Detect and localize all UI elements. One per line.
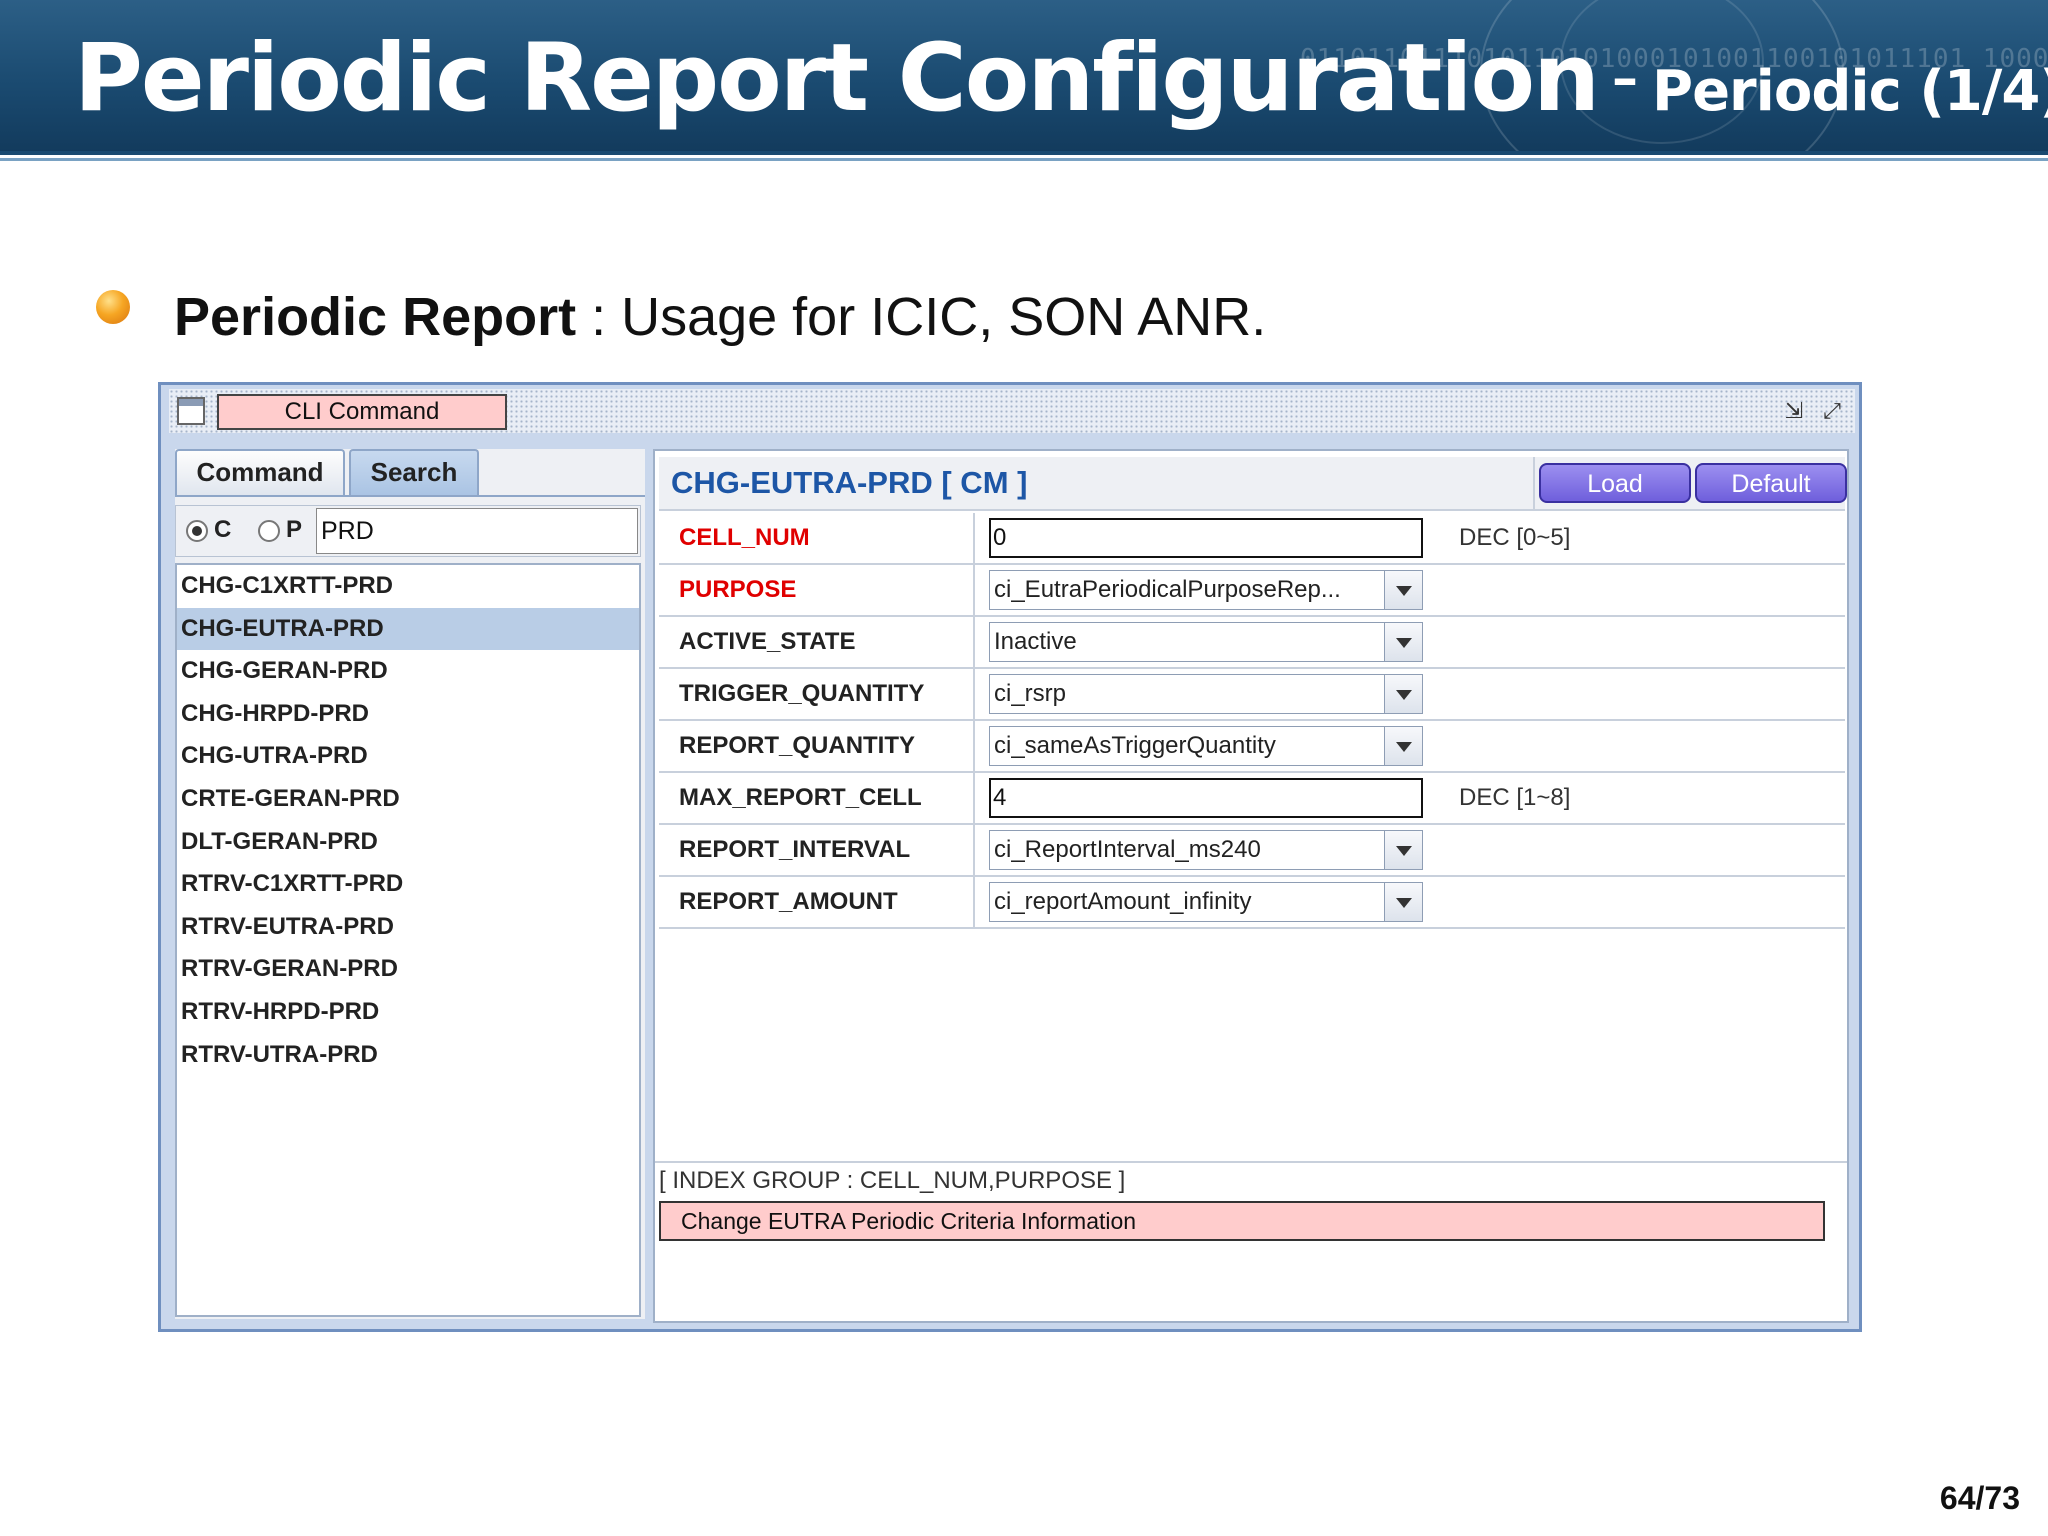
- param-dropdown[interactable]: ci_rsrp: [989, 674, 1423, 714]
- column-divider: [973, 617, 975, 667]
- dropdown-value: ci_sameAsTriggerQuantity: [994, 732, 1276, 759]
- bullet-icon: [96, 290, 130, 324]
- load-button[interactable]: Load: [1539, 463, 1691, 503]
- page-number: 64/73: [1939, 1480, 2020, 1516]
- search-filter: C P PRD: [175, 505, 641, 557]
- command-list-item[interactable]: CHG-HRPD-PRD: [177, 693, 639, 736]
- index-group-text: [ INDEX GROUP : CELL_NUM,PURPOSE ]: [659, 1167, 1126, 1194]
- radio-c-label: C: [214, 516, 232, 543]
- param-row: REPORT_QUANTITY ci_sameAsTriggerQuantity: [659, 721, 1845, 773]
- param-dropdown[interactable]: ci_reportAmount_infinity: [989, 882, 1423, 922]
- column-divider: [973, 825, 975, 875]
- column-divider: [973, 669, 975, 719]
- slide-title-main: Periodic Report Configuration: [74, 24, 1600, 133]
- window-titlebar[interactable]: CLI Command ⇲ ⤢: [169, 389, 1855, 433]
- tab-search[interactable]: Search: [349, 449, 479, 497]
- radio-p-label: P: [286, 516, 303, 543]
- param-name: PURPOSE: [679, 576, 797, 603]
- maximize-icon[interactable]: ⤢: [1817, 396, 1847, 426]
- param-dropdown[interactable]: ci_EutraPeriodicalPurposeRep...: [989, 570, 1423, 610]
- param-name: REPORT_QUANTITY: [679, 732, 916, 759]
- bullet-text: Periodic Report : Usage for ICIC, SON AN…: [174, 286, 1266, 348]
- param-name: MAX_REPORT_CELL: [679, 784, 922, 811]
- param-range: DEC [1~8]: [1459, 784, 1571, 811]
- column-divider: [973, 513, 975, 563]
- window-icon: [177, 397, 205, 425]
- radio-p[interactable]: [258, 520, 280, 542]
- param-name: CELL_NUM: [679, 524, 810, 551]
- command-list-item[interactable]: RTRV-HRPD-PRD: [177, 991, 639, 1034]
- column-divider: [973, 565, 975, 615]
- header-rule: [0, 151, 2048, 155]
- chevron-down-icon[interactable]: [1384, 727, 1422, 765]
- bullet-bold: Periodic Report: [174, 287, 577, 347]
- tab-command[interactable]: Command: [175, 449, 345, 497]
- dropdown-value: ci_ReportInterval_ms240: [994, 836, 1261, 863]
- command-panel: Command Search C P PRD CHG-C1XRTT-PRD CHG…: [175, 449, 645, 1319]
- param-dropdown[interactable]: Inactive: [989, 622, 1423, 662]
- bullet-rest: : Usage for ICIC, SON ANR.: [576, 287, 1267, 347]
- command-list-item[interactable]: RTRV-EUTRA-PRD: [177, 906, 639, 949]
- cli-command-label: CLI Command: [217, 394, 507, 430]
- header-rule-light: [0, 158, 2048, 161]
- command-list-item[interactable]: DLT-GERAN-PRD: [177, 821, 639, 864]
- command-list-item[interactable]: CHG-GERAN-PRD: [177, 650, 639, 693]
- param-text-field[interactable]: 0: [989, 518, 1423, 558]
- chevron-down-icon[interactable]: [1384, 831, 1422, 869]
- tab-divider: [175, 495, 645, 497]
- param-row: REPORT_INTERVAL ci_ReportInterval_ms240: [659, 825, 1845, 877]
- parameter-panel: CHG-EUTRA-PRD [ CM ] Load Default CELL_N…: [653, 449, 1849, 1323]
- chevron-down-icon[interactable]: [1384, 571, 1422, 609]
- minimize-icon[interactable]: ⇲: [1779, 396, 1809, 426]
- param-row: REPORT_AMOUNT ci_reportAmount_infinity: [659, 877, 1845, 929]
- dropdown-value: Inactive: [994, 628, 1077, 655]
- command-header: CHG-EUTRA-PRD [ CM ] Load Default: [659, 457, 1847, 511]
- column-divider: [973, 773, 975, 823]
- dropdown-value: ci_EutraPeriodicalPurposeRep...: [994, 576, 1341, 603]
- desc-divider: [655, 1161, 1847, 1163]
- command-title: CHG-EUTRA-PRD [ CM ]: [671, 465, 1028, 500]
- param-name: TRIGGER_QUANTITY: [679, 680, 925, 707]
- param-range: DEC [0~5]: [1459, 524, 1571, 551]
- param-name: REPORT_INTERVAL: [679, 836, 911, 863]
- title-banner: 0110110111010110101000101001100101011101…: [0, 0, 2048, 155]
- button-area: Load Default: [1533, 457, 1847, 509]
- radio-c[interactable]: [186, 520, 208, 542]
- param-row: CELL_NUM 0 DEC [0~5]: [659, 513, 1845, 565]
- dropdown-value: ci_reportAmount_infinity: [994, 888, 1252, 915]
- param-name: REPORT_AMOUNT: [679, 888, 898, 915]
- command-list-item[interactable]: CHG-EUTRA-PRD: [177, 607, 639, 651]
- param-row: PURPOSE ci_EutraPeriodicalPurposeRep...: [659, 565, 1845, 617]
- chevron-down-icon[interactable]: [1384, 675, 1422, 713]
- command-list-item[interactable]: RTRV-UTRA-PRD: [177, 1034, 639, 1077]
- chevron-down-icon[interactable]: [1384, 623, 1422, 661]
- search-input[interactable]: PRD: [316, 508, 638, 554]
- column-divider: [973, 877, 975, 927]
- default-button[interactable]: Default: [1695, 463, 1847, 503]
- param-dropdown[interactable]: ci_ReportInterval_ms240: [989, 830, 1423, 870]
- slide-title-separator: –: [1612, 49, 1639, 109]
- dropdown-value: ci_rsrp: [994, 680, 1067, 707]
- slide-title-sub: Periodic (1/4): [1652, 59, 2048, 124]
- command-list-item[interactable]: CRTE-GERAN-PRD: [177, 778, 639, 821]
- param-row: MAX_REPORT_CELL 4 DEC [1~8]: [659, 773, 1845, 825]
- cli-window: CLI Command ⇲ ⤢ Command Search C P PRD C…: [158, 382, 1862, 1332]
- param-row: ACTIVE_STATE Inactive: [659, 617, 1845, 669]
- command-list-item[interactable]: CHG-UTRA-PRD: [177, 735, 639, 778]
- slide-title: Periodic Report Configuration – Periodic (…: [74, 24, 2048, 133]
- command-description: Change EUTRA Periodic Criteria Informati…: [659, 1201, 1825, 1241]
- param-dropdown[interactable]: ci_sameAsTriggerQuantity: [989, 726, 1423, 766]
- command-list-item[interactable]: RTRV-C1XRTT-PRD: [177, 863, 639, 906]
- chevron-down-icon[interactable]: [1384, 883, 1422, 921]
- command-list-item[interactable]: RTRV-GERAN-PRD: [177, 948, 639, 991]
- param-name: ACTIVE_STATE: [679, 628, 856, 655]
- column-divider: [973, 721, 975, 771]
- command-list-item[interactable]: CHG-C1XRTT-PRD: [177, 565, 639, 608]
- command-list: CHG-C1XRTT-PRD CHG-EUTRA-PRD CHG-GERAN-PRD…: [175, 563, 641, 1317]
- param-row: TRIGGER_QUANTITY ci_rsrp: [659, 669, 1845, 721]
- param-text-field[interactable]: 4: [989, 778, 1423, 818]
